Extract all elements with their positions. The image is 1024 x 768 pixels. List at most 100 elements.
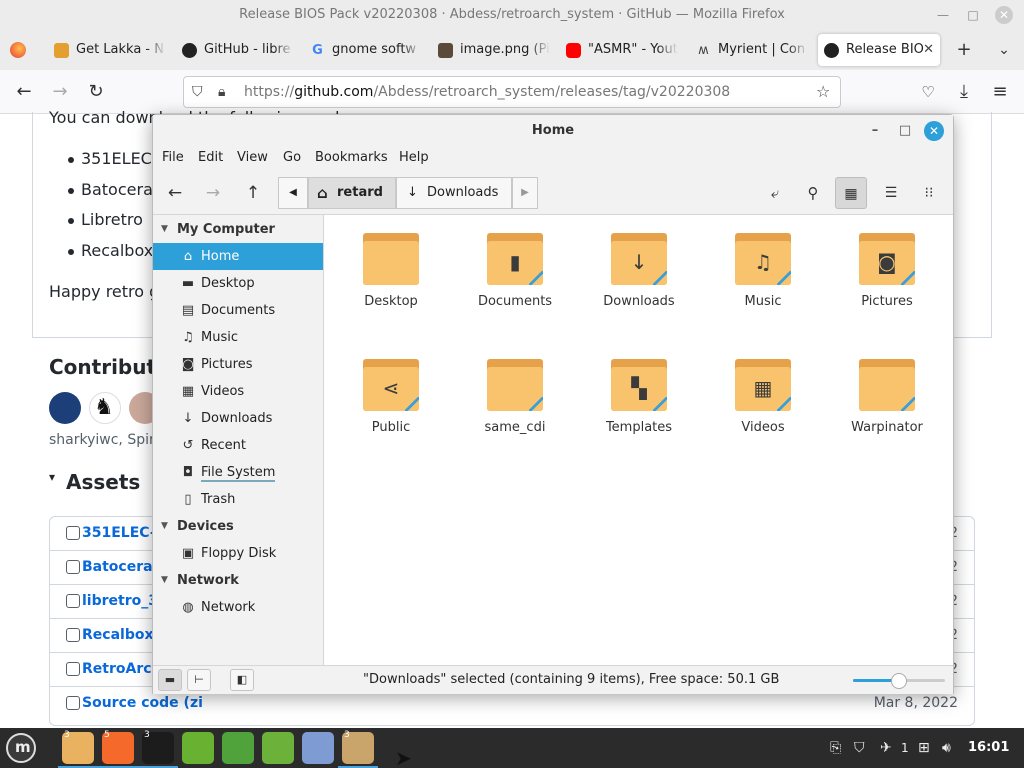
tab-get-lakka[interactable]: Get Lakka - N <box>48 34 166 66</box>
collapse-triangle-icon[interactable]: ▾ <box>49 470 55 484</box>
sidebar-item-network[interactable]: ◍ Network <box>153 594 323 621</box>
close-button[interactable]: ✕ <box>924 121 944 141</box>
file-item-pictures[interactable]: ◙ Pictures <box>832 215 942 325</box>
file-item-downloads[interactable]: ↓ Downloads <box>584 215 694 325</box>
file-item-templates[interactable]: ▚ Templates <box>584 341 694 451</box>
menu-help[interactable]: Help <box>399 150 429 165</box>
menu-view[interactable]: View <box>237 150 268 165</box>
menu-bookmarks[interactable]: Bookmarks <box>315 150 388 165</box>
shield-icon[interactable]: ⛉ <box>854 728 865 768</box>
volume-icon[interactable]: 🔊︎ <box>942 728 951 768</box>
compact-view-button[interactable]: ⁝⁝ <box>913 177 945 209</box>
avatar[interactable] <box>49 392 81 424</box>
reload-button[interactable]: ↻ <box>82 78 110 106</box>
zoom-slider[interactable] <box>853 673 945 689</box>
archive-icon[interactable]: 3 <box>338 730 378 768</box>
sidebar-item-videos[interactable]: ▦ Videos <box>153 378 323 405</box>
grid-app-icon[interactable] <box>262 732 294 764</box>
file-manager-titlebar[interactable]: Home – □ ✕ <box>153 115 953 147</box>
forward-button[interactable]: → <box>197 177 229 209</box>
section-my-computer[interactable]: ▼ My Computer <box>153 216 323 243</box>
pocket-icon[interactable]: ♡ <box>914 78 942 106</box>
close-tab-icon[interactable]: ✕ <box>923 34 934 66</box>
search-icon[interactable]: ⚲ <box>797 177 829 209</box>
list-tabs-button[interactable]: ⌄ <box>988 34 1020 66</box>
sidebar-item-downloads[interactable]: ↓ Downloads <box>153 405 323 432</box>
minimize-button[interactable]: – <box>865 121 885 141</box>
file-item-music[interactable]: ♫ Music <box>708 215 818 325</box>
tab-youtube[interactable]: "ASMR" - Yout <box>560 34 678 66</box>
tab-github-libretro[interactable]: GitHub - libre <box>176 34 294 66</box>
mint-update-icon[interactable] <box>182 732 214 764</box>
file-item-warpinator[interactable]: Warpinator <box>832 341 942 451</box>
maximize-button[interactable]: □ <box>964 6 982 24</box>
minimize-button[interactable]: — <box>934 6 952 24</box>
menu-edit[interactable]: Edit <box>198 150 223 165</box>
back-button[interactable]: ← <box>159 177 191 209</box>
firefox-icon[interactable]: 5 <box>98 730 138 768</box>
firefox-view-icon[interactable] <box>2 34 34 66</box>
section-network[interactable]: ▼ Network <box>153 567 323 594</box>
avatar[interactable]: ♞ <box>89 392 121 424</box>
sidebar-item-music[interactable]: ♫ Music <box>153 324 323 351</box>
menu-go[interactable]: Go <box>283 150 301 165</box>
sidebar-item-home[interactable]: ⌂ Home <box>153 243 323 270</box>
hide-sidebar-button[interactable]: ◧ <box>230 669 254 691</box>
web-app-icon[interactable] <box>302 732 334 764</box>
trash-icon: ▯ <box>184 492 192 507</box>
file-item-same-cdi[interactable]: same_cdi <box>460 341 570 451</box>
url-bar[interactable]: ⛉ 🔒︎ https://github.com/Abdess/retroarch… <box>183 76 841 108</box>
sidebar-item-trash[interactable]: ▯ Trash <box>153 486 323 513</box>
clock[interactable]: 16:01 <box>968 728 1009 768</box>
tab-gnome-software[interactable]: Ggnome softw <box>304 34 422 66</box>
lock-icon[interactable]: 🔒︎ <box>218 77 225 107</box>
file-item-documents[interactable]: ▮ Documents <box>460 215 570 325</box>
menu-file[interactable]: File <box>162 150 184 165</box>
path-segment-home[interactable]: ⌂ retard <box>308 177 396 209</box>
terminal-icon[interactable]: 3 <box>138 730 178 768</box>
zoom-slider-handle[interactable] <box>891 673 907 689</box>
mint-menu-icon[interactable]: m <box>6 733 36 763</box>
tab-image-png[interactable]: image.png (Pi <box>432 34 550 66</box>
sidebar-item-floppy-disk[interactable]: ▣ Floppy Disk <box>153 540 323 567</box>
shield-icon[interactable]: ⛉ <box>192 77 203 107</box>
sidebar-item-desktop[interactable]: ▬ Desktop <box>153 270 323 297</box>
notifications-icon[interactable]: ✈ <box>880 728 892 768</box>
section-devices[interactable]: ▼ Devices <box>153 513 323 540</box>
toggle-location-icon[interactable]: ⤶ <box>759 177 791 209</box>
icon-view-button[interactable]: ▦ <box>835 177 867 209</box>
sidebar-item-recent[interactable]: ↺ Recent <box>153 432 323 459</box>
clipboard-icon[interactable]: ⎘ <box>830 728 841 768</box>
menu-icon[interactable]: ≡ <box>986 78 1014 106</box>
bookmark-star-icon[interactable]: ☆ <box>816 77 830 107</box>
path-right-arrow-icon[interactable]: ▶ <box>512 177 538 209</box>
sidebar-item-pictures[interactable]: ◙ Pictures <box>153 351 323 378</box>
files-icon[interactable]: 3 <box>58 730 98 768</box>
sidebar-item-file-system[interactable]: ◘ File System <box>153 459 323 486</box>
youtube-icon <box>566 43 581 58</box>
forward-button[interactable]: → <box>46 78 74 106</box>
show-treeview-button[interactable]: ⊢ <box>187 669 211 691</box>
network-icon[interactable]: ⊞ <box>918 728 930 768</box>
workspace-indicator[interactable]: 1 <box>901 728 909 768</box>
path-segment-downloads[interactable]: ↓ Downloads <box>396 177 512 209</box>
github-icon <box>182 43 197 58</box>
sidebar-item-documents[interactable]: ▤ Documents <box>153 297 323 324</box>
show-places-button[interactable]: ▬ <box>158 669 182 691</box>
maximize-button[interactable]: □ <box>895 121 915 141</box>
file-item-public[interactable]: ⋖ Public <box>336 341 446 451</box>
downloads-icon[interactable]: ⤓ <box>950 78 978 106</box>
up-button[interactable]: ↑ <box>237 177 269 209</box>
tab-release-bios[interactable]: Release BIO ✕ <box>818 34 940 66</box>
path-left-arrow-icon[interactable]: ◀ <box>278 177 308 209</box>
asset-link[interactable]: Recalbox_ <box>82 627 161 643</box>
asset-link[interactable]: Source code (zi <box>82 695 203 711</box>
tab-myrient[interactable]: ʍ Myrient | Con <box>690 34 808 66</box>
list-view-button[interactable]: ☰ <box>875 177 907 209</box>
file-item-desktop[interactable]: Desktop <box>336 215 446 325</box>
new-tab-button[interactable]: + <box>948 34 980 66</box>
file-item-videos[interactable]: ▦ Videos <box>708 341 818 451</box>
close-button[interactable]: ✕ <box>995 6 1013 24</box>
shield-icon[interactable] <box>222 732 254 764</box>
back-button[interactable]: ← <box>10 78 38 106</box>
